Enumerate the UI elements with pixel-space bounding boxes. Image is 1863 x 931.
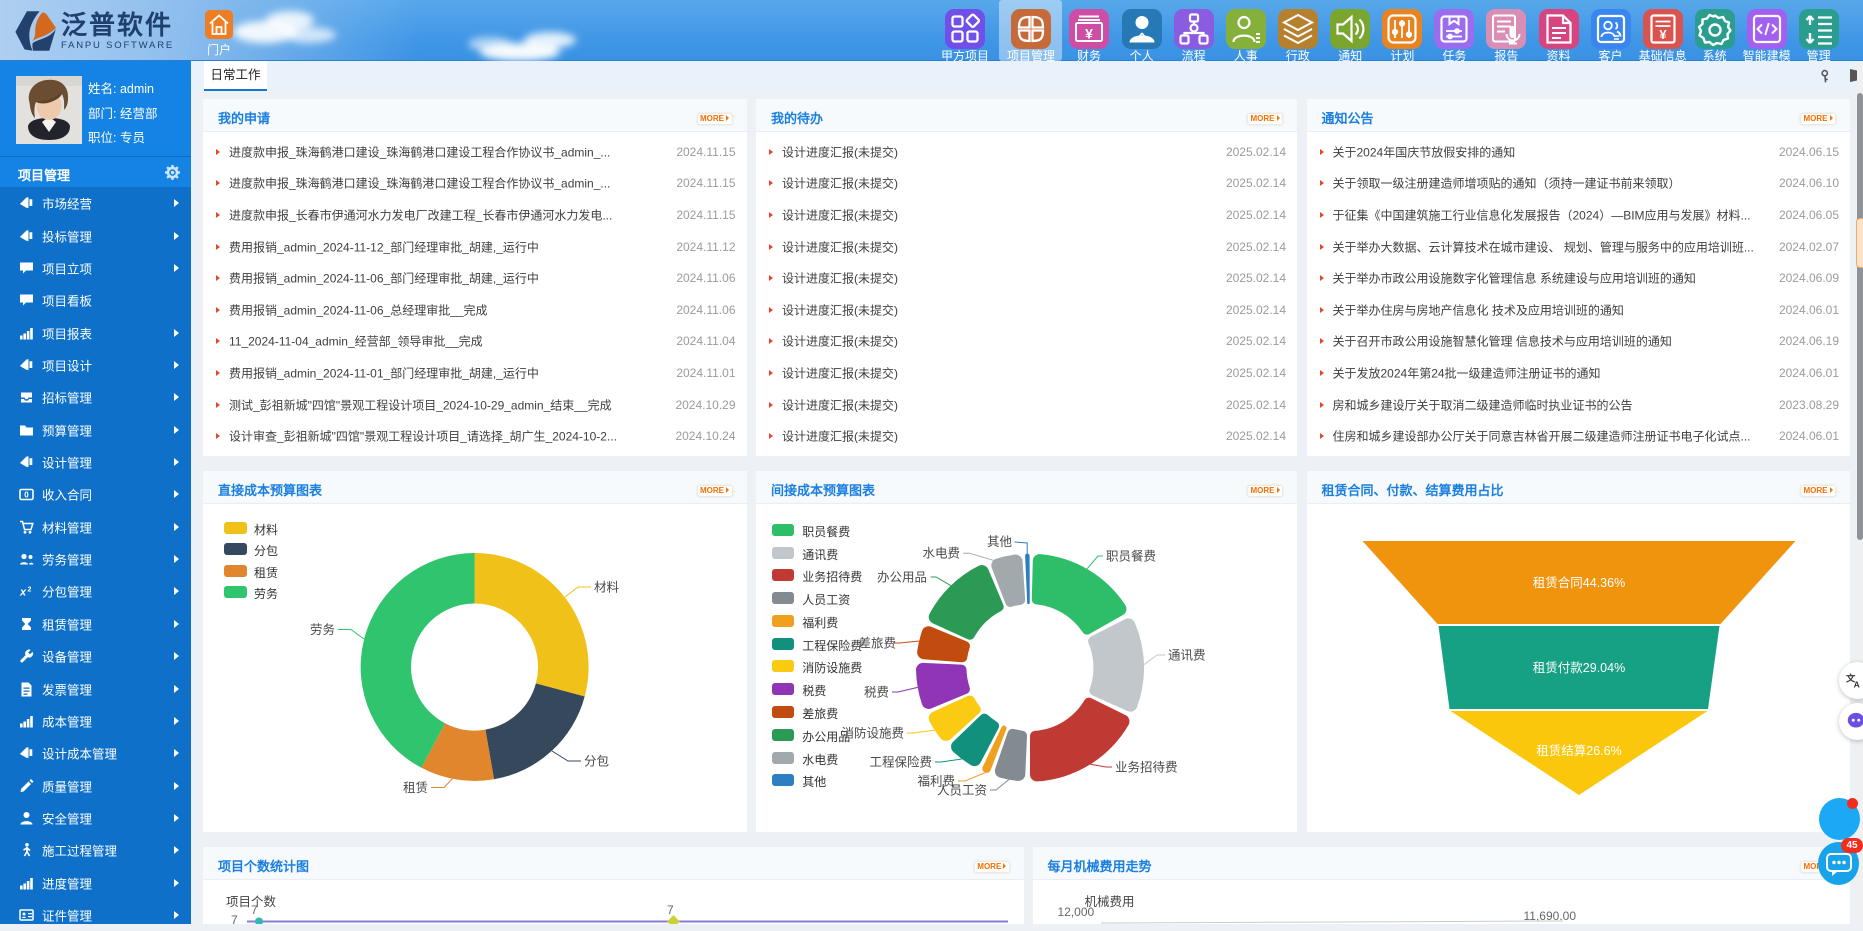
svg-text:x: x [19, 587, 27, 599]
svg-text:通讯费: 通讯费 [1168, 649, 1206, 663]
svg-text:A: A [1854, 680, 1860, 690]
svg-text:租赁合同44.36%: 租赁合同44.36% [1532, 575, 1624, 590]
svg-text:0: 0 [24, 491, 29, 500]
svg-text:人员工资: 人员工资 [937, 784, 987, 798]
svg-text:¥: ¥ [1659, 27, 1667, 42]
svg-text:材料: 材料 [594, 581, 620, 595]
svg-text:劳务: 劳务 [310, 622, 335, 637]
svg-text:租赁付款29.04%: 租赁付款29.04% [1532, 661, 1624, 675]
svg-text:租赁结算26.6%: 租赁结算26.6% [1536, 743, 1621, 758]
svg-text:其他: 其他 [987, 535, 1013, 549]
svg-text:办公用品: 办公用品 [877, 570, 927, 585]
svg-text:租赁: 租赁 [403, 781, 428, 795]
svg-text:职员餐费: 职员餐费 [1106, 549, 1156, 564]
svg-text:差旅费: 差旅费 [858, 637, 896, 651]
svg-text:消防设施费: 消防设施费 [841, 726, 904, 741]
svg-text:2: 2 [28, 587, 32, 594]
svg-text:业务招待费: 业务招待费 [1115, 760, 1178, 775]
svg-text:税费: 税费 [864, 686, 889, 700]
svg-text:¥: ¥ [1085, 26, 1093, 42]
svg-text:分包: 分包 [584, 755, 609, 769]
svg-text:工程保险费: 工程保险费 [869, 755, 932, 770]
svg-text:水电费: 水电费 [922, 547, 960, 561]
